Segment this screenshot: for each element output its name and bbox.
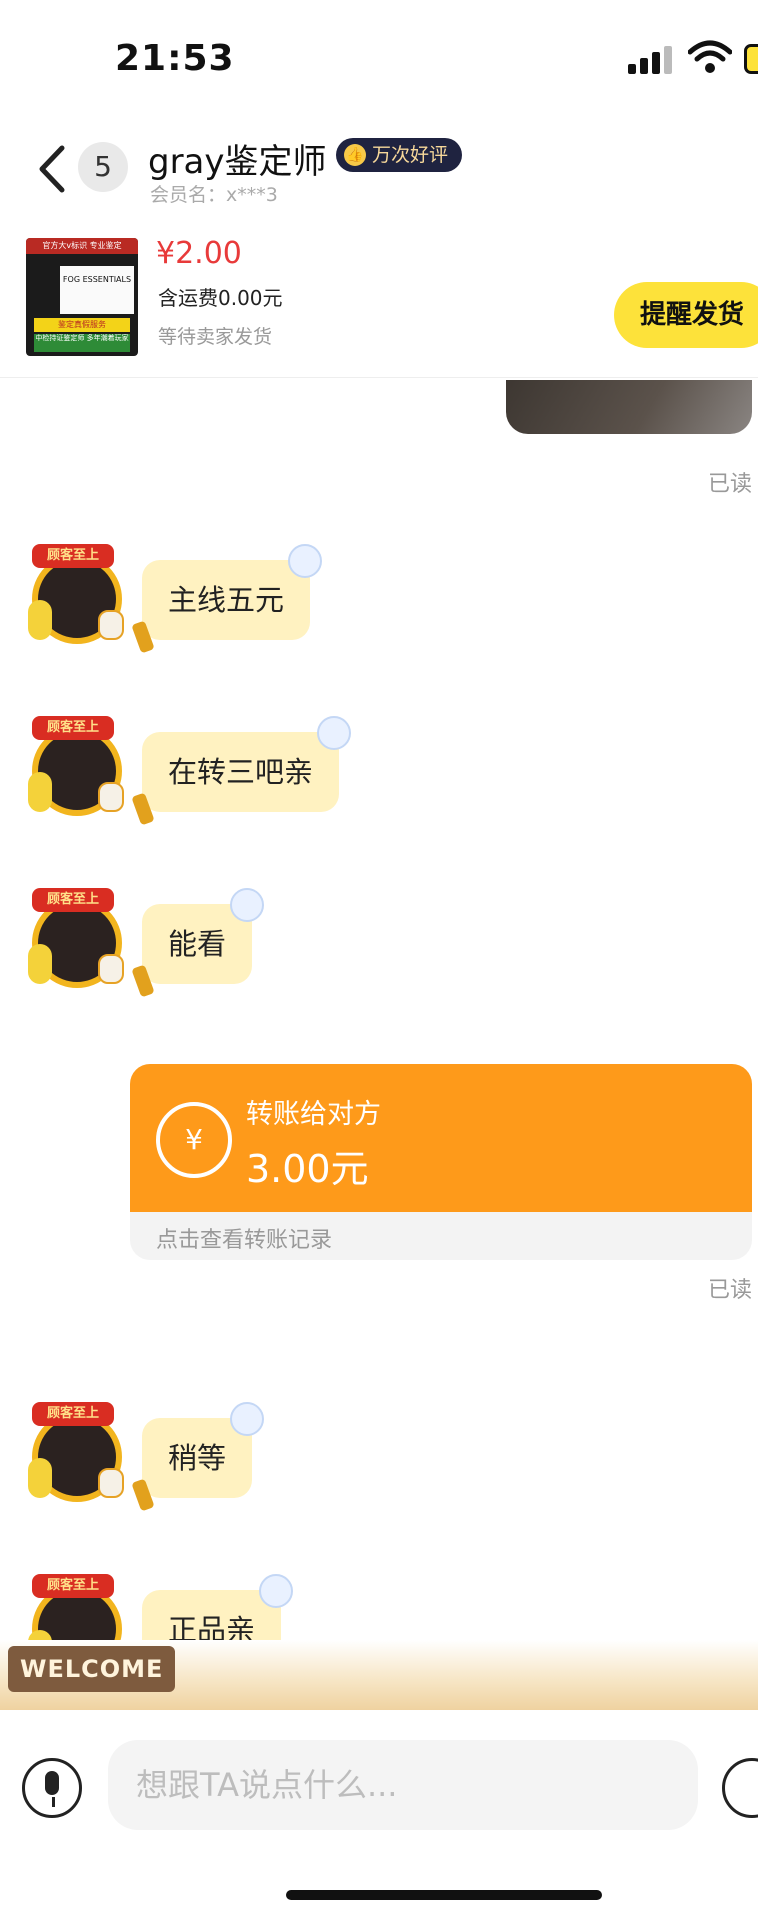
- transfer-amount: 3.00元: [246, 1147, 369, 1191]
- shipping-fee: 含运费0.00元: [158, 286, 283, 310]
- read-receipt: 已读: [707, 1278, 752, 1303]
- shop-name[interactable]: gray鉴定师: [148, 134, 327, 183]
- seller-avatar[interactable]: 顾客至上: [28, 1402, 128, 1502]
- unread-count-badge[interactable]: 5: [78, 142, 128, 192]
- microphone-icon[interactable]: [22, 1758, 82, 1818]
- sent-photo-message[interactable]: [506, 380, 752, 434]
- input-bar: [0, 1710, 758, 1920]
- battery-icon: [744, 44, 758, 74]
- member-name: 会员名：x***3: [150, 184, 278, 206]
- signal-icon: [628, 46, 674, 74]
- transfer-record-link[interactable]: 点击查看转账记录: [156, 1222, 332, 1254]
- message-row: 顾客至上 稍等: [0, 1402, 758, 1522]
- seller-avatar[interactable]: 顾客至上: [28, 716, 128, 816]
- transfer-title: 转账给对方: [246, 1099, 381, 1130]
- product-price: ¥2.00: [156, 236, 242, 271]
- seller-avatar[interactable]: 顾客至上: [28, 888, 128, 988]
- emoji-icon[interactable]: [722, 1758, 758, 1818]
- status-time: 21:53: [115, 38, 235, 79]
- order-product-card[interactable]: 官方大v标识 专业鉴定 FOG ESSENTIALS 鉴定真假服务 中检持证鉴定…: [0, 222, 758, 378]
- wifi-icon: [688, 40, 732, 73]
- back-arrow-icon[interactable]: [34, 142, 70, 196]
- welcome-banner: WELCOME: [0, 1640, 758, 1710]
- message-row: 顾客至上 能看: [0, 888, 758, 1008]
- chat-list[interactable]: 已读 顾客至上 主线五元 顾客至上 在转三吧亲 顾客至上 能看 ¥ 转账给对方 …: [0, 380, 758, 1710]
- message-bubble[interactable]: 主线五元: [131, 544, 323, 654]
- product-thumbnail[interactable]: 官方大v标识 专业鉴定 FOG ESSENTIALS 鉴定真假服务 中检持证鉴定…: [26, 238, 138, 356]
- remind-ship-button[interactable]: 提醒发货: [614, 282, 758, 348]
- message-row: 顾客至上 主线五元: [0, 544, 758, 664]
- thumbs-up-icon: 👍: [344, 144, 366, 166]
- message-bubble[interactable]: 稍等: [131, 1402, 265, 1512]
- message-bubble[interactable]: 在转三吧亲: [131, 716, 352, 826]
- home-indicator: [286, 1890, 602, 1900]
- chat-header: 5 gray鉴定师 👍 万次好评 会员名：x***3: [0, 120, 758, 220]
- read-receipt: 已读: [707, 472, 752, 497]
- message-bubble[interactable]: 能看: [131, 888, 265, 998]
- yen-exchange-icon: ¥: [156, 1102, 232, 1178]
- seller-avatar[interactable]: 顾客至上: [28, 544, 128, 644]
- message-row: 顾客至上 在转三吧亲: [0, 716, 758, 836]
- rating-badge-label: 万次好评: [372, 144, 449, 166]
- order-status: 等待卖家发货: [158, 326, 273, 348]
- rating-badge: 👍 万次好评: [336, 138, 463, 172]
- welcome-tag: WELCOME: [8, 1646, 176, 1692]
- message-input[interactable]: [108, 1740, 698, 1830]
- transfer-card[interactable]: ¥ 转账给对方 3.00元 点击查看转账记录: [130, 1064, 752, 1260]
- status-bar: 21:53: [0, 0, 758, 120]
